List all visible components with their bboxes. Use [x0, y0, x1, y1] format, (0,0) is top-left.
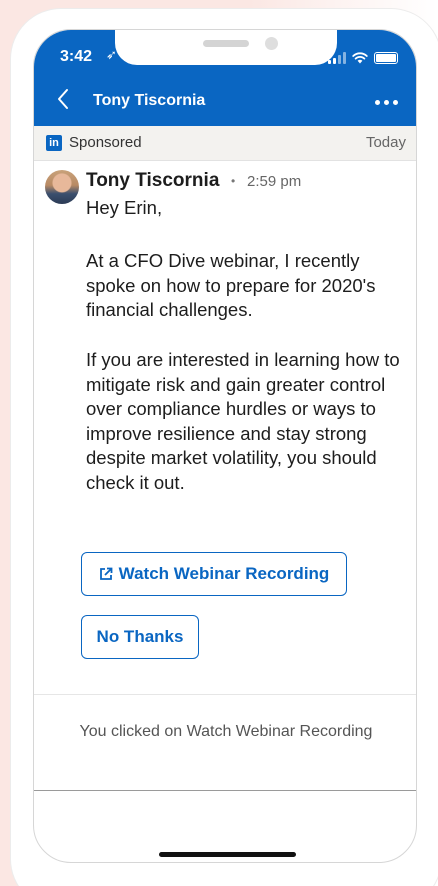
- status-icons: [328, 50, 398, 64]
- speaker-grille: [203, 40, 249, 47]
- front-camera: [265, 37, 278, 50]
- linkedin-logo-icon: in: [46, 135, 62, 151]
- separator-dot: •: [231, 174, 236, 188]
- message-date: Today: [365, 134, 406, 151]
- divider: [34, 694, 416, 695]
- conversation-title: Tony Tiscornia: [93, 92, 206, 109]
- message-paragraph-2: If you are interested in learning how to…: [86, 349, 400, 493]
- more-dots-icon[interactable]: [375, 100, 398, 105]
- message-greeting: Hey Erin,: [86, 197, 163, 218]
- composer-divider: [34, 790, 416, 791]
- phone-notch: [115, 30, 337, 65]
- status-time: 3:42: [60, 48, 93, 65]
- phone-screen: 3:42 ➶ Tony Tiscornia in Sponsored Today…: [33, 29, 417, 863]
- watch-webinar-button[interactable]: Watch Webinar Recording: [81, 552, 347, 596]
- no-thanks-label: No Thanks: [96, 627, 184, 646]
- watch-webinar-label: Watch Webinar Recording: [118, 564, 330, 583]
- sponsored-label: Sponsored: [69, 134, 142, 151]
- clicked-status-note: You clicked on Watch Webinar Recording: [79, 723, 373, 740]
- external-link-icon: [99, 567, 113, 580]
- home-indicator[interactable]: [159, 852, 296, 857]
- sender-name[interactable]: Tony Tiscornia: [86, 170, 219, 192]
- wifi-icon: [352, 52, 368, 64]
- sponsored-bar: in Sponsored Today: [34, 126, 416, 161]
- message-time: 2:59 pm: [247, 173, 302, 190]
- chevron-left-icon[interactable]: [56, 88, 70, 110]
- battery-icon: [374, 52, 398, 64]
- message-paragraph-1: At a CFO Dive webinar, I recently spoke …: [86, 250, 376, 320]
- avatar[interactable]: [45, 170, 79, 204]
- no-thanks-button[interactable]: No Thanks: [81, 615, 199, 659]
